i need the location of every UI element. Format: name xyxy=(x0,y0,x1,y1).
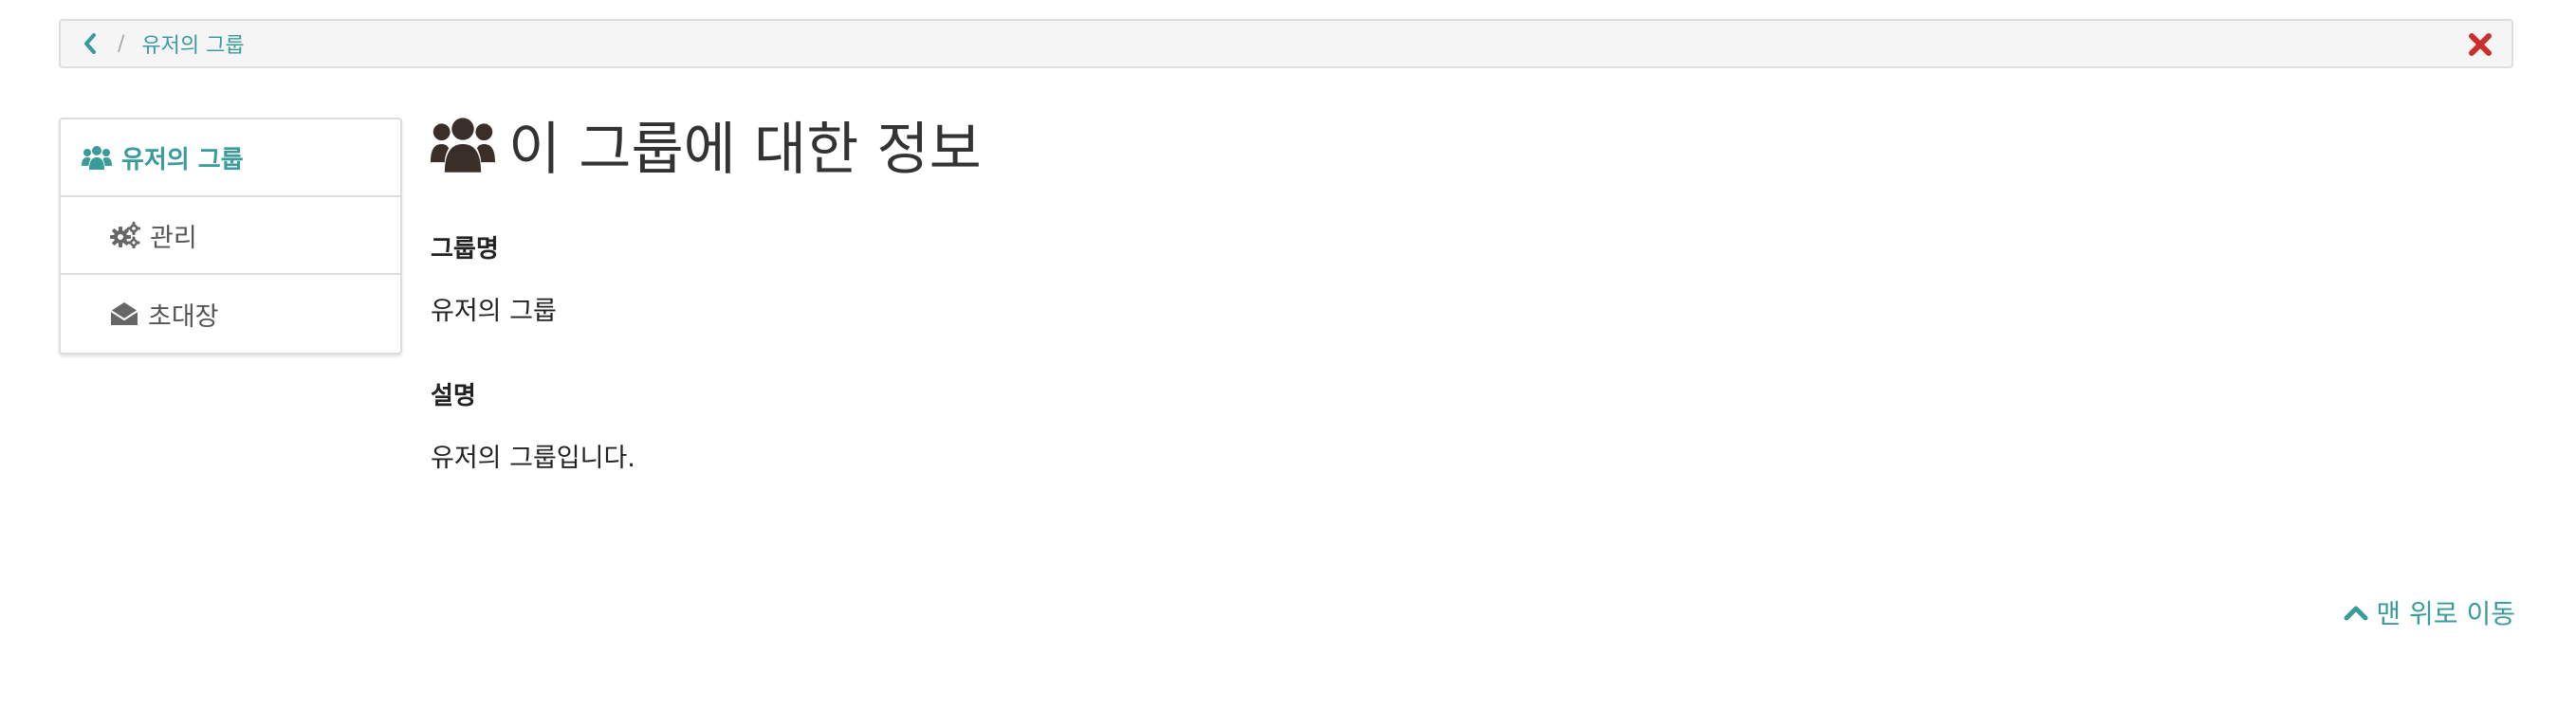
breadcrumb: / 유저의 그룹 xyxy=(59,19,2513,68)
sidebar-item-label: 초대장 xyxy=(148,301,219,332)
chevron-up-icon xyxy=(2344,604,2368,621)
users-icon xyxy=(431,114,495,174)
description-value: 유저의 그룹입니다. xyxy=(431,444,635,473)
envelope-open-icon xyxy=(110,300,138,327)
main-content: 이 그룹에 대한 정보 xyxy=(431,104,982,184)
sidebar-item-label: 관리 xyxy=(150,223,197,253)
back-to-top-label: 맨 위로 이동 xyxy=(2376,598,2515,629)
sidebar-item-label: 유저의 그룹 xyxy=(121,145,244,174)
back-to-top-link[interactable]: 맨 위로 이동 xyxy=(2344,593,2515,631)
description-label: 설명 xyxy=(431,382,476,410)
sidebar-item-invitations[interactable]: 초대장 xyxy=(61,275,400,353)
sidebar-item-user-group[interactable]: 유저의 그룹 xyxy=(61,119,400,197)
close-icon[interactable] xyxy=(2468,32,2493,57)
group-name-label: 그룹명 xyxy=(431,235,499,264)
group-name-value: 유저의 그룹 xyxy=(431,297,557,326)
breadcrumb-current-group[interactable]: 유저의 그룹 xyxy=(141,28,244,59)
breadcrumb-separator: / xyxy=(118,31,125,56)
back-chevron-icon[interactable] xyxy=(80,30,101,57)
sidebar-nav: 유저의 그룹 관리 초대장 xyxy=(59,118,402,355)
users-icon xyxy=(82,144,112,171)
page-title: 이 그룹에 대한 정보 xyxy=(431,104,982,184)
page-title-text: 이 그룹에 대한 정보 xyxy=(508,116,982,183)
sidebar-item-manage[interactable]: 관리 xyxy=(61,197,400,275)
gears-icon xyxy=(110,222,140,248)
